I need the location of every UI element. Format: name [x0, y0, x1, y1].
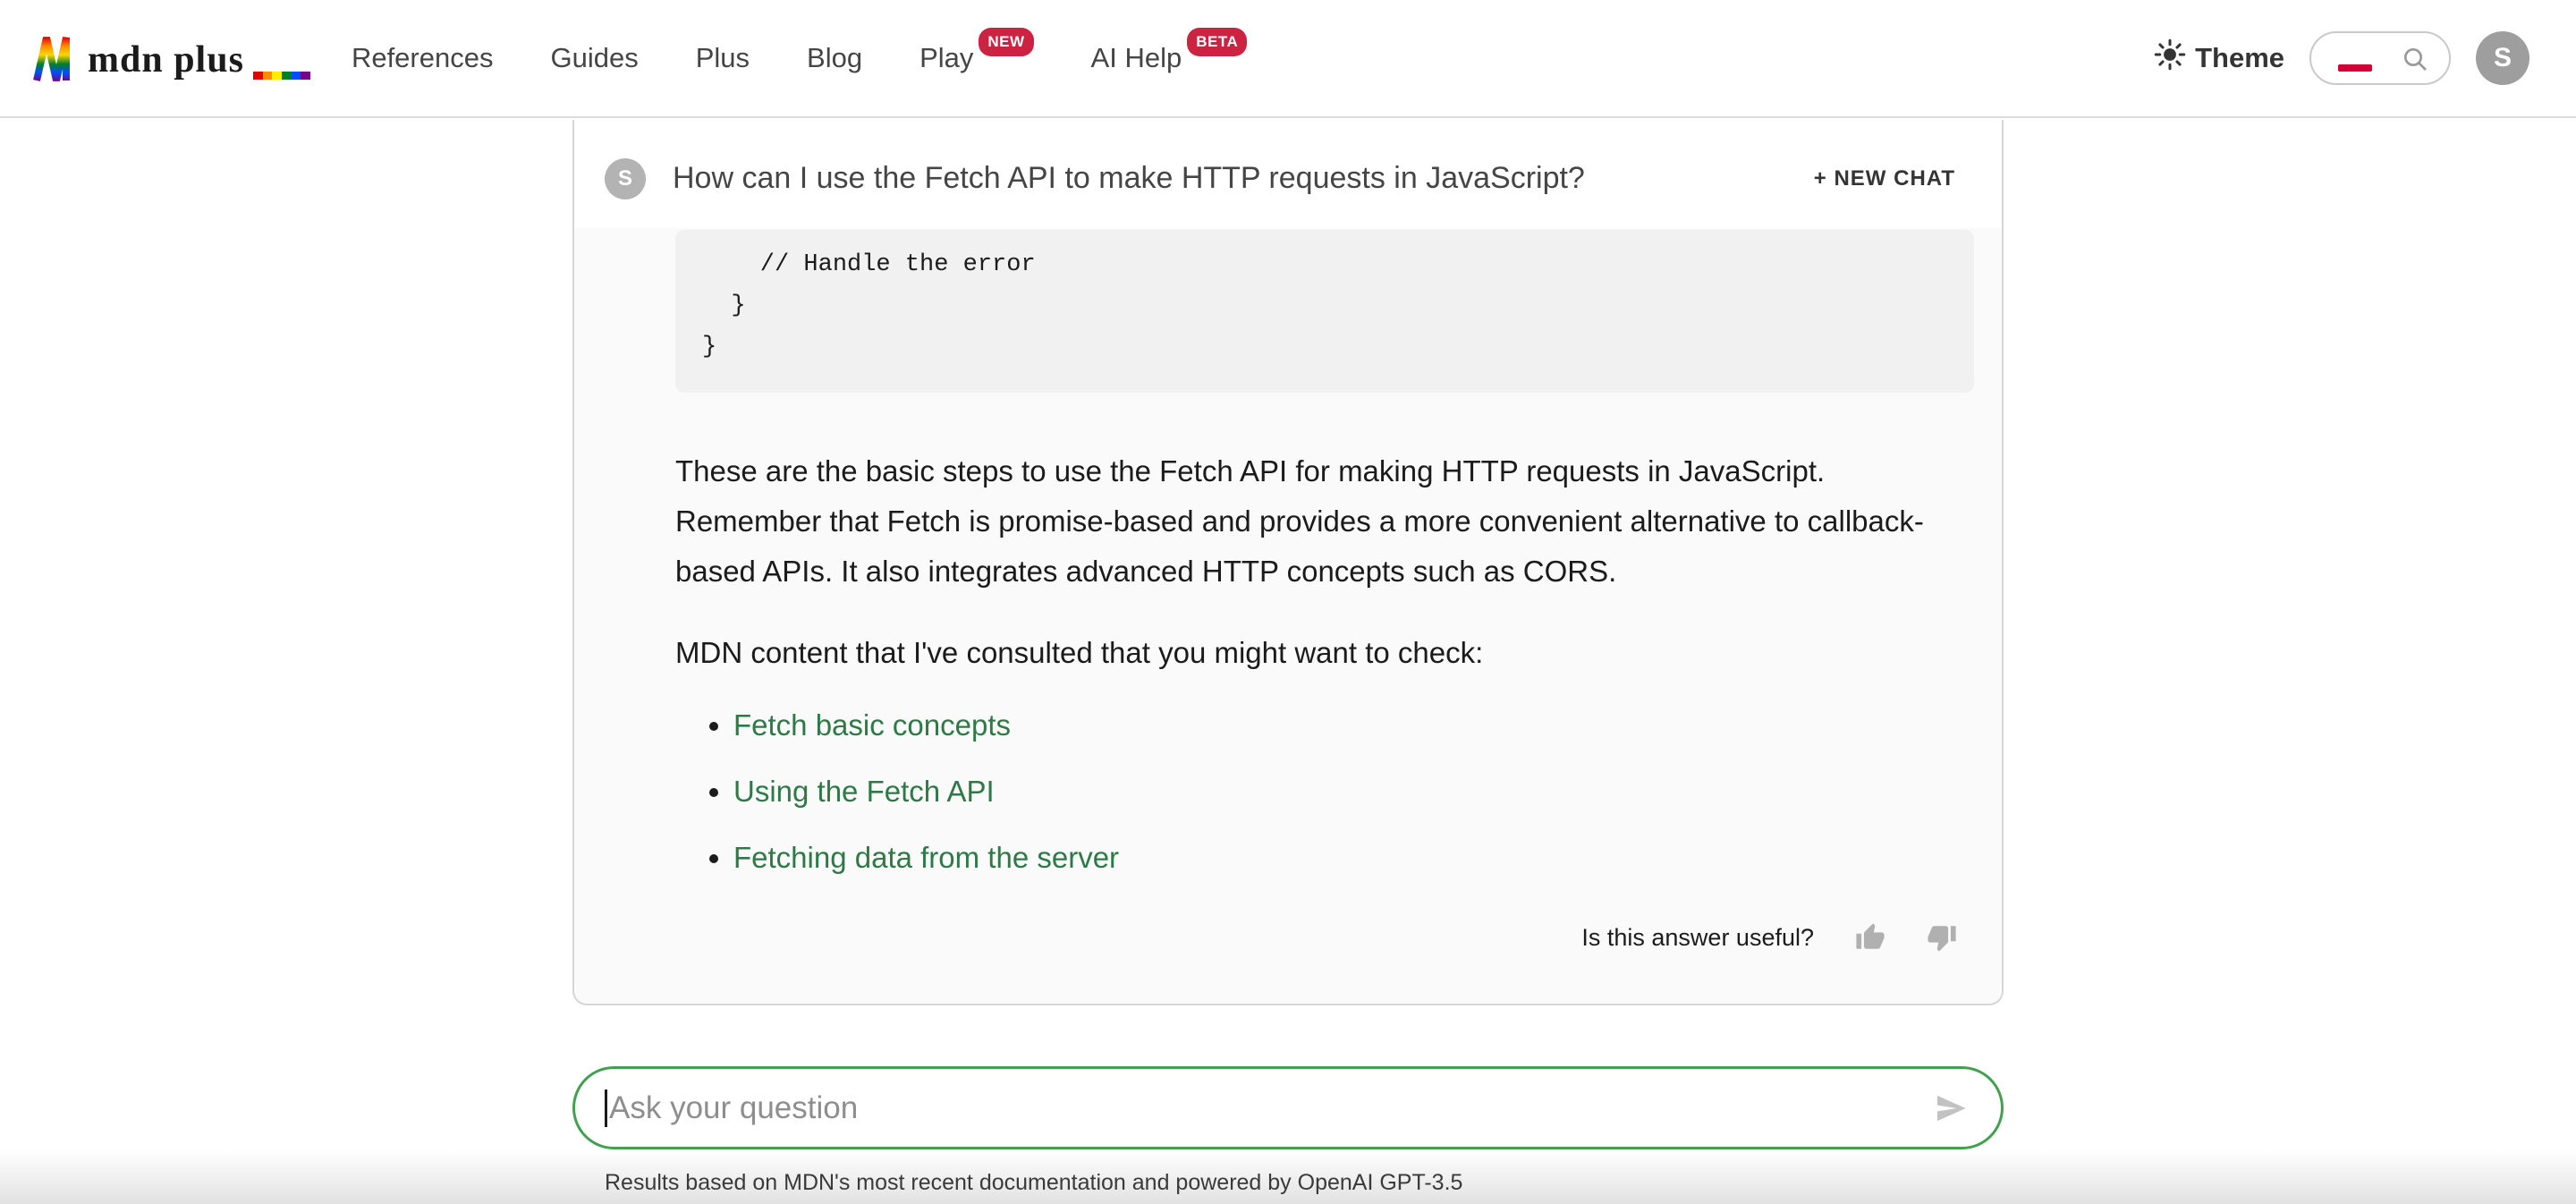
- logo-wordmark: mdn plus: [88, 38, 244, 81]
- thumbs-down-icon: [1927, 922, 1957, 953]
- site-header: mdn plus References Guides Plus Blog Pla…: [0, 0, 2576, 118]
- feedback-row: Is this answer useful?: [574, 922, 1957, 953]
- new-badge: NEW: [979, 28, 1033, 56]
- new-chat-button[interactable]: + NEW CHAT: [1814, 166, 1955, 191]
- nav-item-references[interactable]: References: [352, 42, 494, 74]
- link-fetch-basic-concepts[interactable]: Fetch basic concepts: [733, 708, 1011, 742]
- user-avatar[interactable]: S: [2476, 31, 2529, 85]
- list-item: Fetching data from the server: [733, 840, 1974, 876]
- mdn-logo[interactable]: mdn plus: [32, 33, 310, 83]
- code-block: // Handle the error } }: [675, 230, 1974, 393]
- search-icon: [2401, 45, 2429, 73]
- answer-paragraph: These are the basic steps to use the Fet…: [675, 446, 1974, 597]
- chat-user-avatar: S: [605, 158, 646, 199]
- nav-item-ai-help[interactable]: AI Help BETA: [1091, 42, 1248, 74]
- mdn-logo-icon: [32, 33, 73, 83]
- feedback-label: Is this answer useful?: [1581, 924, 1814, 952]
- composer-footnote: Results based on MDN's most recent docum…: [605, 1170, 1462, 1196]
- search-input[interactable]: [2309, 31, 2451, 85]
- nav-item-blog[interactable]: Blog: [807, 42, 862, 74]
- code-text: // Handle the error } }: [702, 244, 1947, 368]
- thumbs-up-button[interactable]: [1855, 922, 1885, 953]
- thumbs-down-button[interactable]: [1927, 922, 1957, 953]
- link-fetching-data-from-server[interactable]: Fetching data from the server: [733, 841, 1119, 874]
- link-using-the-fetch-api[interactable]: Using the Fetch API: [733, 775, 995, 808]
- question-input[interactable]: Ask your question: [572, 1066, 2004, 1149]
- header-right: Theme S: [2154, 31, 2529, 85]
- nav-item-play[interactable]: Play NEW: [919, 42, 1033, 74]
- question-title: How can I use the Fetch API to make HTTP…: [673, 161, 1585, 196]
- list-item: Fetch basic concepts: [733, 708, 1974, 743]
- consulted-links: Fetch basic concepts Using the Fetch API…: [574, 708, 1974, 876]
- list-item: Using the Fetch API: [733, 774, 1974, 810]
- beta-badge: BETA: [1187, 28, 1247, 56]
- rainbow-underscore: [253, 72, 310, 80]
- theme-label: Theme: [2195, 42, 2284, 74]
- thumbs-up-icon: [1855, 922, 1885, 953]
- theme-toggle[interactable]: Theme: [2154, 38, 2284, 78]
- nav-item-plus[interactable]: Plus: [696, 42, 750, 74]
- consulted-intro: MDN content that I've consulted that you…: [675, 636, 1974, 670]
- question-row: S How can I use the Fetch API to make HT…: [574, 120, 2002, 228]
- main-nav: References Guides Plus Blog Play NEW AI …: [352, 42, 1247, 74]
- nav-item-guides[interactable]: Guides: [550, 42, 638, 74]
- input-placeholder: Ask your question: [609, 1090, 858, 1126]
- sun-icon: [2154, 38, 2186, 78]
- search-caret: [2338, 64, 2372, 72]
- text-caret: [605, 1090, 607, 1127]
- send-button[interactable]: [1933, 1090, 1969, 1126]
- send-icon: [1933, 1090, 1969, 1126]
- avatar-initial: S: [2494, 43, 2512, 73]
- chat-panel: S How can I use the Fetch API to make HT…: [572, 120, 2004, 1005]
